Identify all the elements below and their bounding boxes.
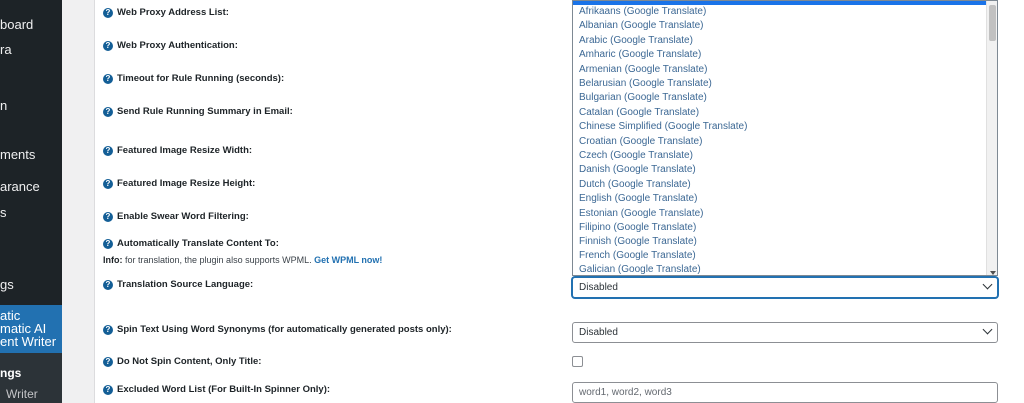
dropdown-option[interactable]: Arabic (Google Translate) (579, 34, 693, 48)
help-icon[interactable]: ? (103, 40, 113, 51)
label-resize-height: Featured Image Resize Height: (117, 178, 256, 189)
dropdown-option[interactable]: Amharic (Google Translate) (579, 48, 701, 62)
row-excluded-words: ? Excluded Word List (For Built-In Spinne… (103, 384, 330, 395)
scrollbar-thumb[interactable] (989, 5, 996, 41)
spin-text-select[interactable]: Disabled (572, 322, 998, 343)
sidebar-item-appearance[interactable]: arance (0, 178, 40, 195)
excluded-words-input[interactable]: word1, word2, word3 (572, 382, 998, 403)
dropdown-option[interactable]: Galician (Google Translate) (579, 263, 701, 275)
sidebar-item-n[interactable]: n (0, 97, 7, 114)
row-web-proxy-auth: ? Web Proxy Authentication: (103, 40, 238, 51)
spin-text-value: Disabled (579, 327, 618, 338)
translation-source-select[interactable]: Disabled (572, 277, 998, 298)
sidebar-submenu: ngs Writer (0, 353, 62, 403)
row-spin-text: ? Spin Text Using Word Synonyms (for auto… (103, 324, 452, 335)
label-summary-email: Send Rule Running Summary in Email: (117, 106, 293, 117)
language-dropdown-list[interactable]: Afrikaans (Google Translate) Albanian (G… (572, 0, 998, 276)
dropdown-option[interactable]: Afrikaans (Google Translate) (579, 5, 706, 19)
sidebar-active-line3: ent Writer (0, 334, 57, 349)
dropdown-scrollbar[interactable] (986, 1, 997, 275)
label-swear-filter: Enable Swear Word Filtering: (117, 211, 249, 222)
row-resize-width: ? Featured Image Resize Width: (103, 145, 252, 156)
dropdown-option[interactable]: Chinese Simplified (Google Translate) (579, 120, 747, 134)
row-translate-to: ? Automatically Translate Content To: (103, 238, 279, 249)
submenu-item-writer[interactable]: Writer (6, 387, 38, 401)
row-swear-filter: ? Enable Swear Word Filtering: (103, 211, 249, 222)
dropdown-option[interactable]: Albanian (Google Translate) (579, 19, 704, 33)
label-no-spin-content: Do Not Spin Content, Only Title: (117, 356, 262, 367)
label-web-proxy-auth: Web Proxy Authentication: (117, 40, 238, 51)
dropdown-option[interactable]: Estonian (Google Translate) (579, 207, 704, 221)
row-no-spin-content: ? Do Not Spin Content, Only Title: (103, 356, 261, 367)
dropdown-option[interactable]: English (Google Translate) (579, 192, 697, 206)
help-icon[interactable]: ? (103, 106, 113, 117)
help-icon[interactable]: ? (103, 356, 113, 367)
wpml-info: Info: for translation, the plugin also s… (103, 255, 382, 265)
row-web-proxy-list: ? Web Proxy Address List: (103, 7, 229, 18)
row-timeout: ? Timeout for Rule Running (seconds): (103, 73, 284, 84)
dropdown-option[interactable]: Dutch (Google Translate) (579, 178, 691, 192)
get-wpml-link[interactable]: Get WPML now! (314, 255, 382, 265)
help-icon[interactable]: ? (103, 279, 113, 290)
dropdown-option[interactable]: Finnish (Google Translate) (579, 235, 697, 249)
dropdown-option[interactable]: Armenian (Google Translate) (579, 63, 707, 77)
label-web-proxy-list: Web Proxy Address List: (117, 7, 229, 18)
help-icon[interactable]: ? (103, 7, 113, 18)
info-prefix: Info: (103, 255, 123, 265)
chevron-down-icon (982, 324, 993, 335)
row-summary-email: ? Send Rule Running Summary in Email: (103, 106, 293, 117)
help-icon[interactable]: ? (103, 238, 113, 249)
sidebar-item-ra[interactable]: ra (0, 41, 12, 58)
dropdown-option[interactable]: French (Google Translate) (579, 249, 696, 263)
label-translate-to: Automatically Translate Content To: (117, 238, 279, 249)
dropdown-option[interactable]: Belarusian (Google Translate) (579, 77, 712, 91)
no-spin-content-checkbox[interactable] (572, 356, 583, 367)
chevron-down-icon (982, 279, 993, 290)
row-resize-height: ? Featured Image Resize Height: (103, 178, 255, 189)
dropdown-option[interactable]: Danish (Google Translate) (579, 163, 696, 177)
label-resize-width: Featured Image Resize Width: (117, 145, 253, 156)
dropdown-option[interactable]: Filipino (Google Translate) (579, 221, 696, 235)
info-text: for translation, the plugin also support… (122, 255, 315, 265)
help-icon[interactable]: ? (103, 324, 113, 335)
label-excluded-words: Excluded Word List (For Built-In Spinner… (117, 384, 331, 395)
sidebar-active-label: atic matic AI ent Writer (0, 309, 56, 348)
help-icon[interactable]: ? (103, 73, 113, 84)
row-source-language: ? Translation Source Language: (103, 279, 253, 290)
label-spin-text: Spin Text Using Word Synonyms (for autom… (117, 324, 452, 335)
sidebar-item-dashboard[interactable]: board (0, 16, 33, 33)
sidebar-item-s[interactable]: s (0, 204, 7, 221)
admin-sidebar: board ra n ments arance s gs atic matic … (0, 0, 62, 403)
dropdown-option[interactable]: Croatian (Google Translate) (579, 135, 702, 149)
sidebar-item-settings[interactable]: gs (0, 276, 14, 293)
sidebar-item-comments[interactable]: ments (0, 146, 35, 163)
help-icon[interactable]: ? (103, 145, 113, 156)
translation-source-value: Disabled (579, 282, 618, 293)
dropdown-option[interactable]: Catalan (Google Translate) (579, 106, 699, 120)
dropdown-option[interactable]: Bulgarian (Google Translate) (579, 91, 707, 105)
label-timeout: Timeout for Rule Running (seconds): (117, 73, 285, 84)
submenu-item-settings[interactable]: ngs (0, 366, 21, 380)
scroll-down-arrow-icon[interactable] (990, 271, 996, 275)
help-icon[interactable]: ? (103, 211, 113, 222)
excluded-words-placeholder: word1, word2, word3 (579, 387, 672, 398)
dropdown-option[interactable]: Czech (Google Translate) (579, 149, 693, 163)
help-icon[interactable]: ? (103, 384, 113, 395)
label-source-language: Translation Source Language: (117, 279, 254, 290)
help-icon[interactable]: ? (103, 178, 113, 189)
